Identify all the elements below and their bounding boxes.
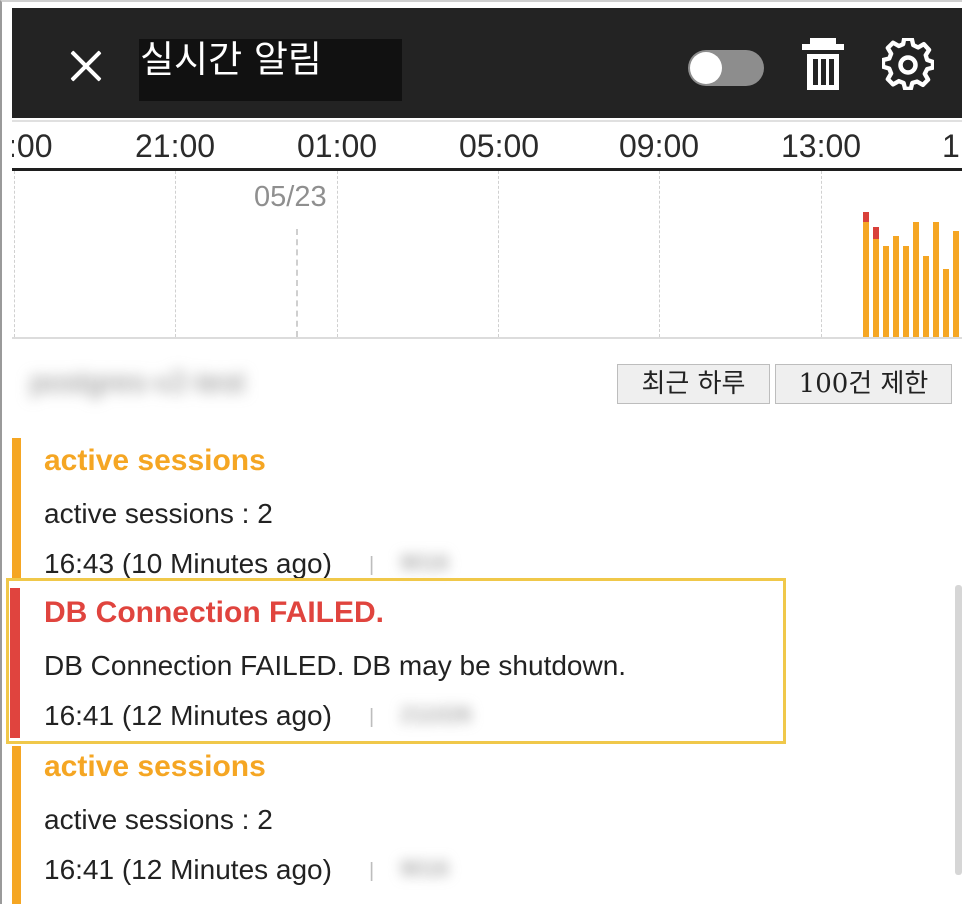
trash-icon[interactable] [800,36,846,92]
error-segment [873,227,879,239]
event-bar[interactable] [913,222,919,337]
event-bar[interactable] [863,212,869,337]
time-tick: 21:00 [135,128,216,164]
alert-time: 16:43 (10 Minutes ago) [44,548,332,579]
time-axis: :00 21:00 01:00 05:00 09:00 13:00 1 [12,120,962,172]
selected-alert-highlight [6,578,786,744]
grid-line [498,171,499,337]
alert-title: active sessions [44,444,266,477]
grid-line [175,171,176,337]
grid-line [337,171,338,337]
alert-host: 9016 [400,856,449,881]
time-tick: 1 [942,128,960,164]
time-tick: 01:00 [297,128,378,164]
alert-message: active sessions : 2 [44,804,273,835]
event-timeline-chart[interactable]: 05/23 [12,171,962,339]
time-tick: 09:00 [619,128,700,164]
recent-day-filter-button[interactable]: 최근 하루 [617,364,770,404]
severity-stripe [12,438,21,580]
day-marker-label: 05/23 [254,181,327,213]
alert-time: 16:41 (12 Minutes ago) [44,854,332,885]
event-bar[interactable] [873,227,879,337]
realtime-toggle[interactable] [688,50,764,86]
event-bar[interactable] [923,256,929,337]
close-icon[interactable] [64,44,108,88]
separator: | [369,860,375,882]
error-segment [863,212,869,222]
list-scrollbar[interactable] [955,585,962,875]
grid-line [14,171,15,337]
limit-100-filter-button[interactable]: 100건 제한 [775,364,952,404]
alert-host: 9016 [400,550,449,575]
event-bar[interactable] [953,231,959,337]
separator: | [369,554,375,576]
time-tick: :00 [12,128,53,164]
alert-title: active sessions [44,750,266,783]
alert-item[interactable]: active sessions active sessions : 2 16:4… [12,746,792,904]
event-bar[interactable] [893,236,899,337]
severity-stripe [12,746,21,904]
page-title: 실시간 알림 [140,38,322,81]
alert-message: active sessions : 2 [44,498,273,529]
grid-line [659,171,660,337]
grid-line [821,171,822,337]
toggle-knob [690,52,722,84]
event-bar[interactable] [903,246,909,337]
time-tick: 05:00 [459,128,540,164]
source-name: postgres-v2-test [30,366,246,399]
header-bar: 실시간 알림 [12,8,962,118]
alert-item[interactable]: active sessions active sessions : 2 16:4… [12,438,792,580]
day-marker-line [296,229,298,337]
time-tick: 13:00 [781,128,862,164]
event-bar[interactable] [933,222,939,337]
gear-icon[interactable] [882,38,934,90]
event-bar[interactable] [883,246,889,337]
event-bar[interactable] [943,269,949,337]
